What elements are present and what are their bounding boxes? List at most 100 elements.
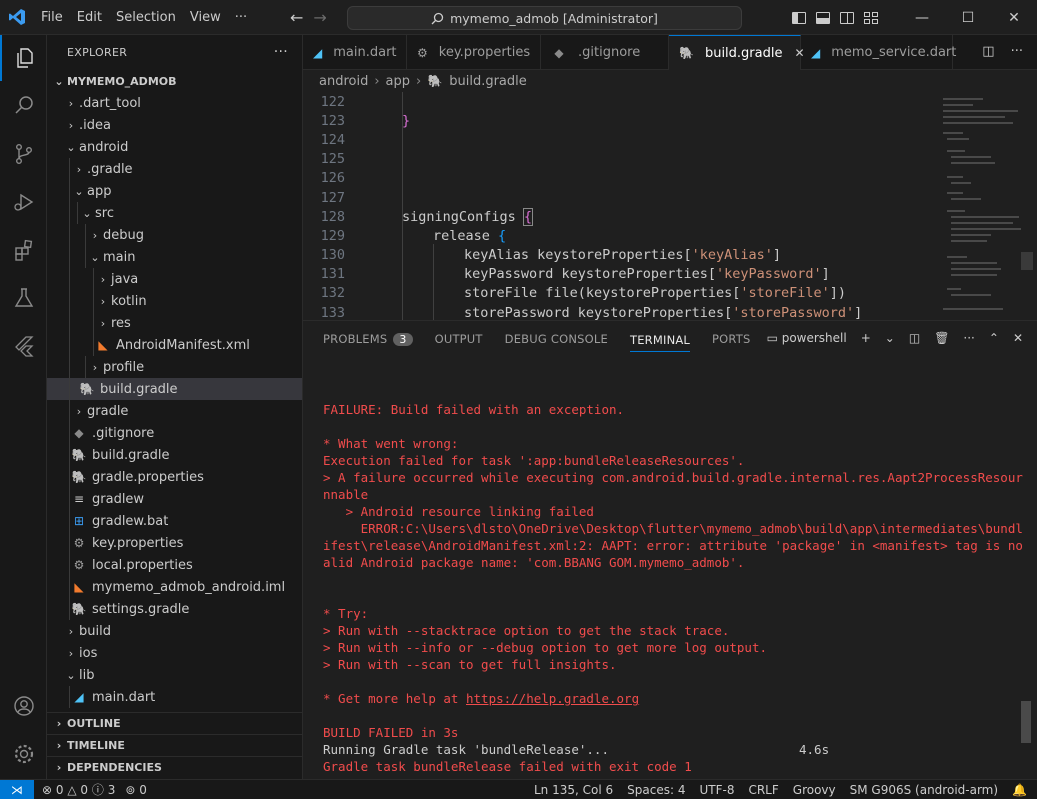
tree-file[interactable]: ◣ mymemo_admob_android.iml (47, 576, 302, 598)
tree-folder[interactable]: › .gradle (47, 158, 302, 180)
command-center-search[interactable]: mymemo_admob [Administrator] (347, 6, 742, 30)
tree-file[interactable]: ⚙ local.properties (47, 554, 302, 576)
tab-output[interactable]: OUTPUT (435, 332, 483, 346)
panel-toolbar: ▭ powershell + ⌄ ◫ 🗑 ··· ⌃ ✕ (767, 331, 1023, 345)
tab-debug-console[interactable]: DEBUG CONSOLE (505, 332, 608, 346)
tab-problems[interactable]: PROBLEMS 3 (323, 332, 413, 346)
breadcrumb-item[interactable]: app (386, 74, 410, 89)
tree-folder[interactable]: › .idea (47, 114, 302, 136)
split-editor-icon[interactable]: ◫ (982, 44, 994, 59)
problems-status[interactable]: ⊗ 0 △ 0 ⓘ 3 (42, 781, 115, 798)
tree-file[interactable]: ◆ .gitignore (47, 422, 302, 444)
tree-file[interactable]: ≡ gradlew (47, 488, 302, 510)
menu-file[interactable]: File (34, 0, 70, 35)
tree-folder[interactable]: ⌄ main (47, 246, 302, 268)
cursor-position[interactable]: Ln 135, Col 6 (534, 783, 613, 797)
minimap[interactable] (933, 92, 1037, 320)
line-ending[interactable]: CRLF (748, 783, 778, 797)
chevron-down-icon[interactable]: ⌄ (885, 331, 895, 345)
tree-folder[interactable]: › profile (47, 356, 302, 378)
tab-main-dart[interactable]: ◢ main.dart (303, 35, 407, 70)
more-actions-icon[interactable]: ··· (963, 331, 974, 345)
tree-folder[interactable]: › java (47, 268, 302, 290)
language-mode[interactable]: Groovy (793, 783, 836, 797)
tree-file[interactable]: 🐘 settings.gradle (47, 598, 302, 620)
tab-gitignore[interactable]: ◆ .gitignore (541, 35, 669, 70)
tree-file[interactable]: ◣ AndroidManifest.xml (47, 334, 302, 356)
tree-file[interactable]: 🐘 build.gradle (47, 444, 302, 466)
tree-file[interactable]: ◢ main.dart (47, 686, 302, 708)
flutter-device[interactable]: SM G906S (android-arm) (850, 783, 998, 797)
tab-memo-service[interactable]: ◢ memo_service.dart (801, 35, 956, 70)
indentation[interactable]: Spaces: 4 (627, 783, 685, 797)
menu-more[interactable]: ··· (228, 0, 254, 35)
tree-folder[interactable]: ⌄ app (47, 180, 302, 202)
minimap-slider[interactable] (1021, 252, 1033, 270)
section-dependencies[interactable]: › DEPENDENCIES (47, 756, 302, 778)
minimap-line (951, 162, 995, 164)
tree-file-selected[interactable]: 🐘 build.gradle (47, 378, 302, 400)
source-control-icon[interactable] (0, 131, 47, 177)
tree-folder[interactable]: › kotlin (47, 290, 302, 312)
close-panel-icon[interactable]: ✕ (1013, 331, 1023, 345)
search-icon[interactable] (0, 82, 47, 128)
tree-file[interactable]: ⊞ gradlew.bat (47, 510, 302, 532)
toggle-primary-sidebar-icon[interactable] (792, 11, 806, 24)
close-window-icon[interactable]: ✕ (991, 0, 1037, 35)
tab-label: main.dart (333, 45, 397, 60)
extensions-icon[interactable] (0, 227, 47, 273)
flutter-icon[interactable] (0, 323, 47, 369)
tree-file[interactable]: ⚙ key.properties (47, 532, 302, 554)
breadcrumb-item[interactable]: build.gradle (449, 74, 527, 89)
tree-folder[interactable]: › .dart_tool (47, 92, 302, 114)
tree-folder[interactable]: › ios (47, 642, 302, 664)
more-actions-icon[interactable]: ··· (1011, 44, 1023, 59)
breadcrumb-item[interactable]: android (319, 74, 368, 89)
file-tree: ⌄ MYMEMO_ADMOB › .dart_tool › .idea ⌄ andro… (47, 70, 302, 708)
tree-folder[interactable]: ⌄ src (47, 202, 302, 224)
toggle-secondary-sidebar-icon[interactable] (840, 11, 854, 24)
toggle-panel-icon[interactable] (816, 11, 830, 24)
explorer-more-icon[interactable]: ··· (274, 44, 288, 60)
tab-key-properties[interactable]: ⚙ key.properties (407, 35, 541, 70)
section-timeline[interactable]: › TIMELINE (47, 734, 302, 756)
terminal-output[interactable]: FAILURE: Build failed with an exception.… (323, 401, 1023, 775)
remote-icon[interactable]: ⋊ (0, 779, 34, 799)
encoding[interactable]: UTF-8 (699, 783, 734, 797)
back-arrow-icon[interactable]: ← (290, 8, 303, 27)
minimize-icon[interactable]: — (899, 0, 945, 35)
new-terminal-plus-icon[interactable]: + (861, 331, 871, 345)
tree-folder[interactable]: › build (47, 620, 302, 642)
bell-icon[interactable]: 🔔 (1012, 783, 1027, 797)
testing-icon[interactable] (0, 275, 47, 321)
workspace-root[interactable]: ⌄ MYMEMO_ADMOB (47, 70, 302, 92)
trash-icon[interactable]: 🗑 (934, 331, 949, 345)
customize-layout-icon[interactable] (864, 11, 878, 24)
menu-selection[interactable]: Selection (109, 0, 183, 35)
split-terminal-icon[interactable]: ◫ (909, 331, 920, 345)
run-debug-icon[interactable] (0, 179, 47, 225)
tab-terminal[interactable]: TERMINAL (629, 333, 691, 352)
tree-file[interactable]: 🐘 gradle.properties (47, 466, 302, 488)
tree-folder[interactable]: ⌄ lib (47, 664, 302, 686)
tree-folder[interactable]: › debug (47, 224, 302, 246)
maximize-icon[interactable]: ☐ (945, 0, 991, 35)
tab-ports[interactable]: PORTS (712, 332, 750, 346)
menu-edit[interactable]: Edit (70, 0, 109, 35)
chevron-up-icon[interactable]: ⌃ (989, 331, 999, 345)
accounts-icon[interactable] (0, 683, 47, 729)
tree-folder[interactable]: › gradle (47, 400, 302, 422)
code-editor[interactable]: 122 123} 124 125 126 127 128 signingConfi… (303, 92, 933, 320)
tree-folder[interactable]: ⌄ android (47, 136, 302, 158)
forward-arrow-icon[interactable]: → (313, 8, 326, 27)
section-outline[interactable]: › OUTLINE (47, 712, 302, 734)
terminal-shell-selector[interactable]: ▭ powershell (767, 331, 847, 345)
menu-view[interactable]: View (183, 0, 228, 35)
help-link[interactable]: https://help.gradle.org (466, 691, 639, 706)
explorer-icon[interactable] (0, 35, 47, 81)
settings-gear-icon[interactable] (0, 731, 47, 777)
ports-status[interactable]: ⊚ 0 (125, 783, 147, 797)
tree-folder[interactable]: › res (47, 312, 302, 334)
tab-build-gradle[interactable]: 🐘 build.gradle ✕ (669, 35, 805, 70)
terminal-scrollbar[interactable] (1021, 701, 1031, 743)
